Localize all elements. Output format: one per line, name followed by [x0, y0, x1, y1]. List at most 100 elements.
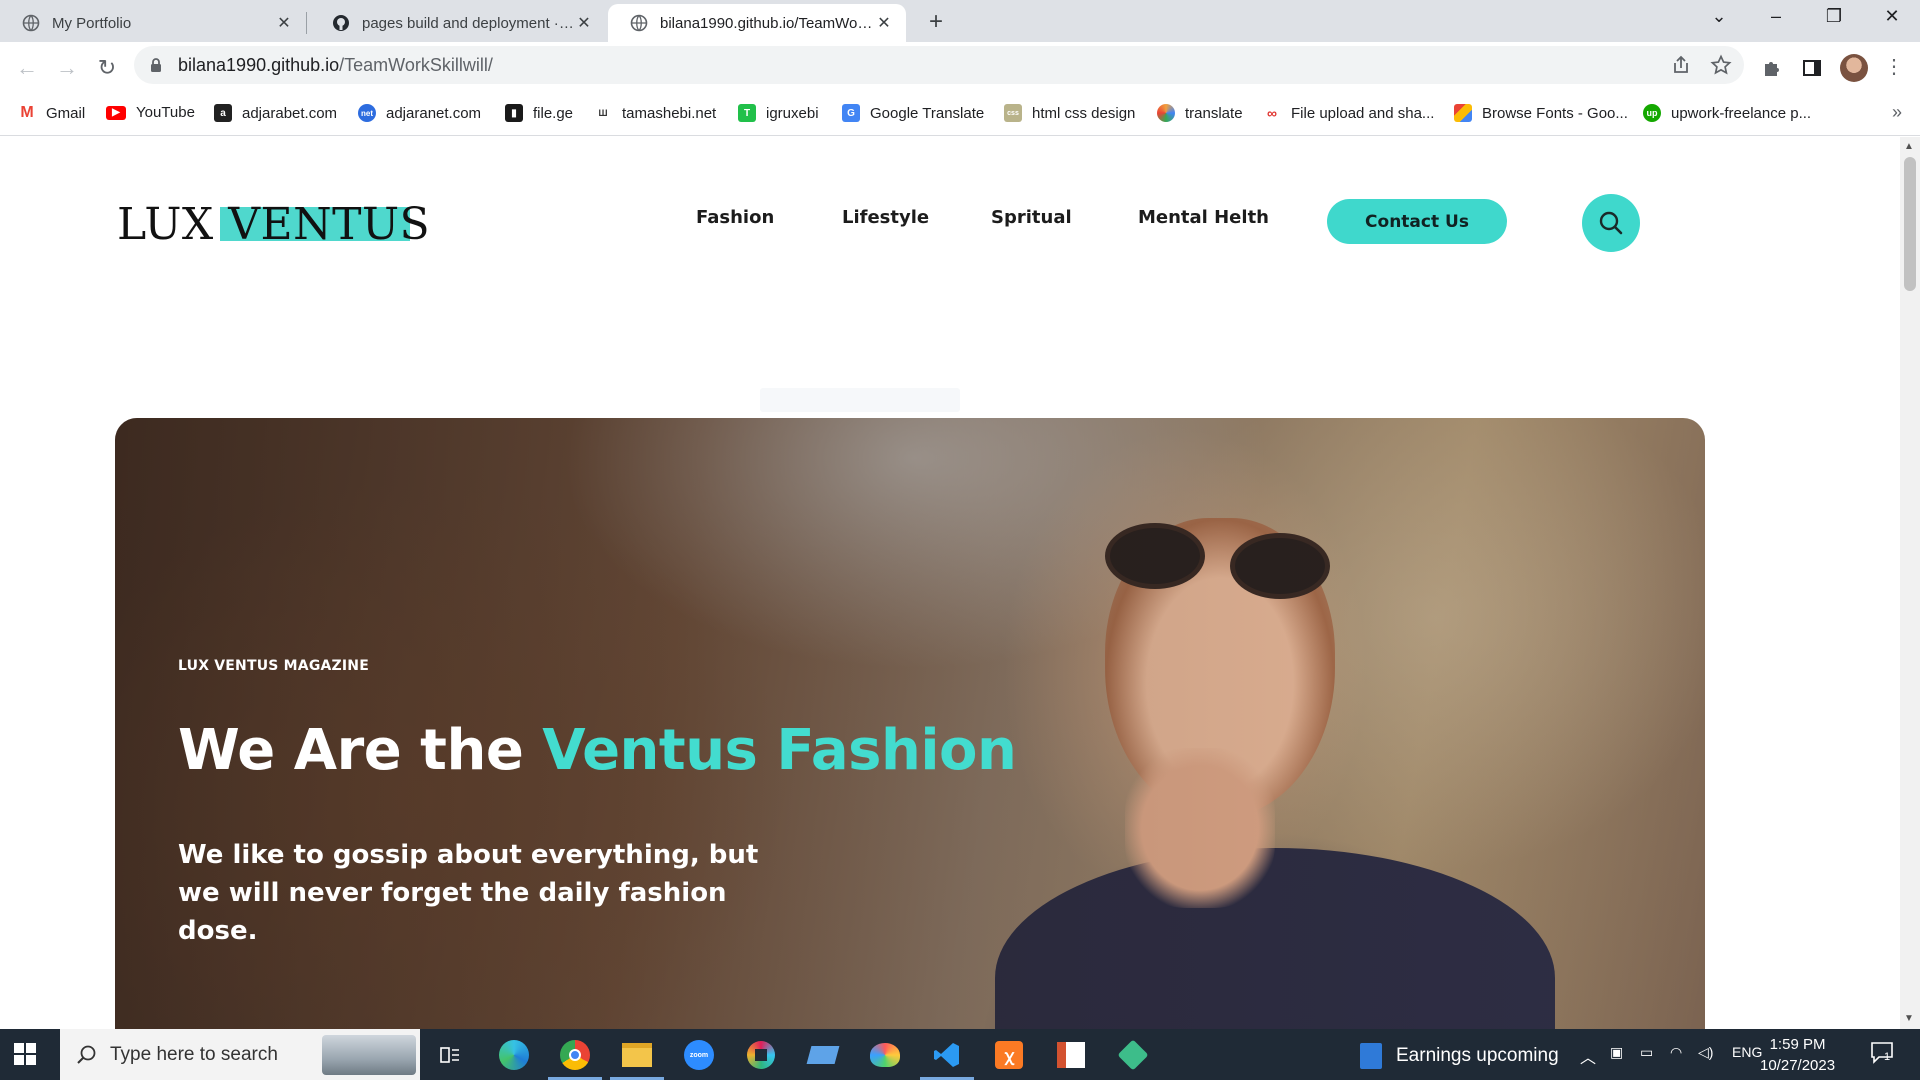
share-icon[interactable]	[1670, 54, 1692, 76]
hero-title-accent: Ventus Fashion	[542, 718, 1017, 783]
bookmark-label: igruxebi	[766, 104, 819, 122]
url-text[interactable]: bilana1990.github.io/TeamWorkSkillwill/	[178, 55, 493, 76]
forward-arrow-icon[interactable]: →	[53, 55, 81, 81]
chrome-icon[interactable]	[557, 1037, 593, 1073]
globe-icon	[630, 14, 648, 32]
tab-pages-build[interactable]: pages build and deployment · bilana1990 …	[310, 4, 606, 42]
file-upload-icon: ∞	[1263, 104, 1281, 122]
bookmark-youtube[interactable]: ▶ YouTube	[106, 104, 195, 121]
news-widget[interactable]: Earnings upcoming	[1360, 1043, 1559, 1069]
lock-icon	[151, 58, 161, 72]
git-app-icon[interactable]	[1115, 1037, 1151, 1073]
notification-count: 1	[1884, 1051, 1891, 1063]
zoom-icon[interactable]: zoom	[681, 1037, 717, 1073]
tamashebi-icon: Ш	[594, 104, 612, 122]
bookmark-adjarabet[interactable]: a adjarabet.com	[214, 104, 337, 122]
bookmark-label: file.ge	[533, 104, 574, 122]
bookmarks-overflow-icon[interactable]: »	[1892, 102, 1902, 123]
system-clock[interactable]: 1:59 PM 10/27/2023	[1760, 1034, 1835, 1076]
page-scrollbar[interactable]: ▲ ▼	[1900, 137, 1920, 1029]
extensions-puzzle-icon[interactable]	[1762, 58, 1782, 78]
tray-chevron-icon[interactable]: ︿	[1580, 1044, 1596, 1068]
adjaranet-icon: net	[358, 104, 376, 122]
bookmark-label: Google Translate	[870, 104, 985, 122]
volume-icon[interactable]: ◁)	[1698, 1044, 1713, 1061]
restore-icon[interactable]: ❐	[1814, 6, 1854, 27]
battery-icon[interactable]: ▭	[1640, 1044, 1653, 1061]
bookmark-label: Browse Fonts - Goo...	[1482, 104, 1628, 122]
windows-start-icon[interactable]	[14, 1043, 36, 1065]
tab-search-chevron-icon[interactable]: ⌄	[1699, 6, 1739, 27]
bookmark-label: tamashebi.net	[622, 104, 717, 122]
side-panel-icon[interactable]	[1802, 58, 1822, 78]
new-tab-button[interactable]: +	[922, 8, 950, 36]
nav-spritual[interactable]: Spritual	[991, 207, 1072, 228]
bookmark-star-icon[interactable]	[1710, 54, 1732, 76]
bookmark-gmail[interactable]: M Gmail	[18, 104, 85, 122]
reload-icon[interactable]: ↻	[93, 55, 121, 81]
tab-teamwork-site[interactable]: bilana1990.github.io/TeamWorkSkillwill/ …	[608, 4, 906, 42]
scroll-thumb[interactable]	[1904, 157, 1916, 291]
bookmark-html-css-design[interactable]: css html css design	[1004, 104, 1135, 122]
bookmark-label: html css design	[1032, 104, 1136, 122]
search-icon	[77, 1045, 96, 1064]
paint-icon[interactable]	[867, 1037, 903, 1073]
language-indicator[interactable]: ENG	[1732, 1044, 1762, 1060]
bookmark-translate[interactable]: translate	[1157, 104, 1243, 122]
nav-fashion[interactable]: Fashion	[696, 207, 774, 228]
back-arrow-icon[interactable]: ←	[13, 55, 41, 81]
xampp-icon[interactable]: ꭓ	[991, 1037, 1027, 1073]
news-document-icon	[1360, 1043, 1382, 1069]
network-app-icon[interactable]	[805, 1037, 841, 1073]
clock-date: 10/27/2023	[1760, 1057, 1836, 1074]
filege-icon: ▮	[505, 104, 523, 122]
file-explorer-icon[interactable]	[619, 1037, 655, 1073]
bookmark-adjaranet[interactable]: net adjaranet.com	[358, 104, 481, 122]
nav-mental-helth[interactable]: Mental Helth	[1138, 207, 1269, 228]
close-tab-icon[interactable]: ✕	[874, 13, 894, 33]
address-bar[interactable]: bilana1990.github.io/TeamWorkSkillwill/	[134, 46, 1744, 84]
kebab-menu-icon[interactable]: ⋮	[1884, 54, 1904, 79]
scroll-down-icon[interactable]: ▼	[1904, 1013, 1914, 1024]
tab-my-portfolio[interactable]: My Portfolio ✕	[0, 4, 306, 42]
tab-divider	[306, 12, 307, 34]
igruxebi-icon: T	[738, 104, 756, 122]
wifi-icon[interactable]: ◠	[1670, 1044, 1682, 1061]
edge-icon[interactable]	[496, 1037, 532, 1073]
powerpoint-icon[interactable]	[1053, 1037, 1089, 1073]
task-view-icon[interactable]	[432, 1037, 468, 1073]
hero-banner: LUX VENTUS MAGAZINE We Are the Ventus Fa…	[115, 418, 1705, 1029]
site-search-button[interactable]	[1582, 194, 1640, 252]
bookmark-file-upload[interactable]: ∞ File upload and sha...	[1263, 104, 1434, 122]
nav-lifestyle[interactable]: Lifestyle	[842, 207, 929, 228]
translate-icon	[1157, 104, 1175, 122]
vscode-icon[interactable]	[929, 1037, 965, 1073]
logo-word-ventus: VENTUS	[228, 199, 431, 250]
bookmark-upwork[interactable]: up upwork-freelance p...	[1643, 104, 1811, 122]
meet-now-icon[interactable]: ▣	[1610, 1044, 1623, 1061]
taskbar-search-box[interactable]: Type here to search	[60, 1029, 420, 1080]
tab-strip: My Portfolio ✕ pages build and deploymen…	[0, 0, 1920, 42]
bookmark-google-translate[interactable]: G Google Translate	[842, 104, 984, 122]
close-tab-icon[interactable]: ✕	[274, 13, 294, 33]
bookmark-browse-fonts[interactable]: Browse Fonts - Goo...	[1454, 104, 1628, 122]
bookmark-igruxebi[interactable]: Tigruxebi	[738, 104, 819, 122]
scroll-up-icon[interactable]: ▲	[1904, 141, 1914, 152]
site-logo[interactable]: LUX VENTUS	[117, 195, 430, 255]
gmail-icon: M	[18, 104, 36, 122]
url-host: bilana1990.github.io	[178, 55, 340, 75]
minimize-icon[interactable]: –	[1756, 6, 1796, 27]
hero-title: We Are the Ventus Fashion	[178, 718, 1017, 783]
close-window-icon[interactable]: ✕	[1872, 6, 1912, 27]
notification-center-icon[interactable]: 1	[1870, 1041, 1896, 1070]
page-viewport: LUX VENTUS Fashion Lifestyle Spritual Me…	[0, 137, 1920, 1029]
search-icon	[1599, 211, 1623, 235]
ghost-overlay	[760, 388, 960, 412]
bookmark-filege[interactable]: ▮ file.ge	[505, 104, 573, 122]
close-tab-icon[interactable]: ✕	[574, 13, 594, 33]
bookmark-tamashebi[interactable]: Шtamashebi.net	[594, 104, 716, 122]
bookmark-label: YouTube	[136, 104, 195, 121]
slack-icon[interactable]	[743, 1037, 779, 1073]
profile-avatar[interactable]	[1840, 54, 1868, 82]
contact-us-button[interactable]: Contact Us	[1327, 199, 1507, 244]
